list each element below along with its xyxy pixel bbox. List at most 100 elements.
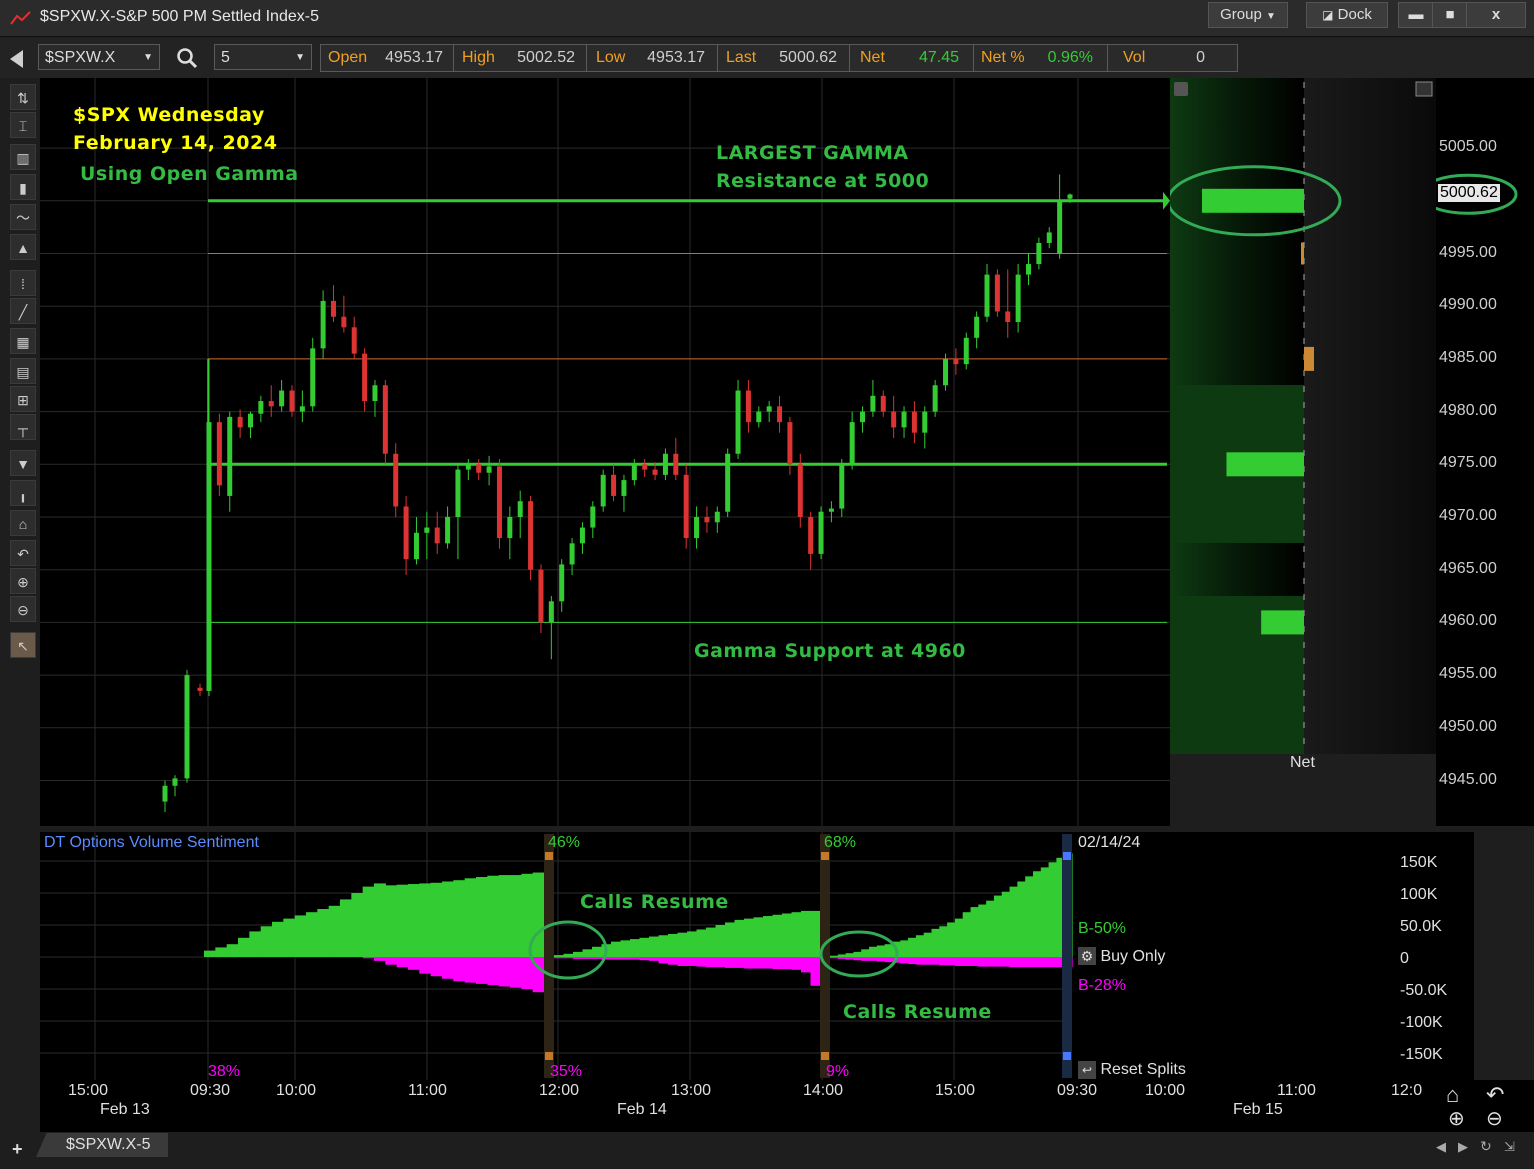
calls-bar [362, 886, 375, 958]
calls-bar [970, 907, 979, 958]
reset-splits-button[interactable]: ↩ Reset Splits [1078, 1061, 1186, 1079]
puts-bar [362, 957, 375, 959]
calls-bar [442, 881, 454, 958]
calls-bar [419, 883, 432, 958]
symbol-field[interactable]: $SPXW.X ▼ [38, 44, 160, 70]
calls-bar [374, 883, 386, 958]
candle-body [932, 385, 938, 412]
puts-bar [563, 957, 574, 959]
zoom-in-icon[interactable]: ⊕ [1448, 1106, 1465, 1131]
calls-bar [532, 872, 545, 958]
crosshair-icon[interactable]: ⌶ [10, 112, 36, 138]
close-icon: x [1491, 6, 1501, 23]
zoom-out-icon[interactable]: ⊖ [1486, 1106, 1503, 1131]
trend-icon[interactable]: ╱ [10, 298, 36, 324]
home-icon[interactable]: ⌂ [10, 510, 36, 536]
dock-button[interactable]: ◪ Dock [1306, 2, 1388, 28]
puts-bar [970, 957, 979, 966]
sentiment-tick-label: -100K [1400, 1014, 1443, 1031]
cursor-icon[interactable]: ⇅ [10, 84, 36, 110]
calls-bar [554, 955, 565, 958]
close-button[interactable]: x [1466, 2, 1526, 28]
time-axis[interactable]: ⌂ ↶ ⊕ ⊖ 15:00 09:30 10:00 11:00 12:00 13:00 14… [40, 1080, 1534, 1132]
calls-bar [215, 947, 228, 958]
calls-bar [476, 877, 488, 958]
resistance-annotation-line1: LARGEST GAMMA [716, 142, 909, 164]
line-icon[interactable]: 〜 [10, 204, 36, 230]
net-percent-value: 0.96% [1047, 49, 1093, 66]
price-chart-panel[interactable]: $SPX Wednesday February 14, 2024 Using O… [40, 78, 1170, 826]
chart-tab[interactable]: $SPXW.X-5 [36, 1133, 168, 1157]
candle-body [320, 300, 326, 349]
refresh-icon[interactable]: ↻ [1480, 1138, 1492, 1155]
calls-bar [283, 918, 296, 958]
undo-icon[interactable]: ↶ [1486, 1082, 1504, 1108]
status-bar: + $SPXW.X-5 ◀ ▶ ↻ ⇲ [0, 1133, 1534, 1169]
candle-icon[interactable]: ▥ [10, 144, 36, 170]
options-volume-sentiment-chart[interactable]: 150K 100K 50.0K 0 -50.0K -100K -150K [40, 832, 1474, 1082]
search-icon[interactable] [176, 47, 198, 69]
candle-body [787, 422, 793, 465]
mountain-icon[interactable]: ▲ [10, 234, 36, 260]
candle-body [611, 474, 617, 496]
sentiment-tick-label: 150K [1400, 854, 1438, 871]
sentiment-panel[interactable]: 150K 100K 50.0K 0 -50.0K -100K -150K DT Option… [40, 832, 1474, 1082]
candle-body [299, 406, 305, 412]
group-button[interactable]: Group ▼ [1208, 2, 1288, 28]
arrow-marker [1163, 191, 1170, 210]
calls-bar [582, 949, 593, 958]
buy-only-label: Buy Only [1100, 948, 1166, 965]
candle-body [548, 601, 554, 623]
chevron-down-icon: ▼ [1265, 11, 1276, 22]
add-tab-icon[interactable]: + [12, 1139, 23, 1160]
net-gamma-panel[interactable] [1170, 78, 1436, 786]
price-axis[interactable]: 5005.00 4995.00 4990.00 4985.00 4980.00 4975.… [1436, 78, 1534, 826]
puts-bar [1048, 957, 1057, 968]
chevron-down-icon[interactable]: ▼ [143, 45, 153, 71]
calls-bar [1009, 886, 1018, 958]
scroll-left-icon[interactable]: ◀ [1436, 1139, 1446, 1155]
chart-subtitle: Using Open Gamma [80, 163, 299, 185]
candle-body [579, 527, 585, 544]
net-percent-label: Net % [981, 49, 1025, 66]
chevron-down-icon[interactable]: ▼ [295, 45, 305, 71]
candle-body [662, 453, 668, 475]
puts-bar [810, 957, 821, 986]
puts-bar [908, 957, 917, 965]
grid-icon[interactable]: ▦ [10, 328, 36, 354]
grid-small-icon[interactable]: ⊞ [10, 386, 36, 412]
table-icon[interactable]: ▤ [10, 358, 36, 384]
zoom-out-icon[interactable]: ⊖ [10, 596, 36, 622]
reset-icon: ↩ [1078, 1061, 1096, 1079]
minimize-button[interactable]: ▬ [1398, 2, 1434, 28]
bar-icon[interactable]: ▮ [10, 174, 36, 200]
zoom-in-icon[interactable]: ⊕ [10, 568, 36, 594]
calls-bar [306, 912, 318, 958]
puts-bar [782, 957, 793, 970]
pin-icon[interactable]: ▼ [10, 450, 36, 476]
volume-icon[interactable]: ⁞ [10, 270, 36, 296]
buy-only-toggle[interactable]: ⚙ Buy Only [1078, 947, 1165, 966]
puts-bar [582, 957, 593, 959]
pointer-icon[interactable]: ↖ [10, 632, 36, 658]
calls-resume-annotation-1: Calls Resume [580, 891, 729, 913]
sentiment-tick-label: 0 [1400, 950, 1409, 967]
dock-label: Dock [1337, 6, 1372, 23]
home-icon[interactable]: ⌂ [1446, 1082, 1459, 1108]
maximize-button[interactable]: ■ [1432, 2, 1468, 28]
undo-icon[interactable]: ↶ [10, 540, 36, 566]
title-bar: $SPXW.X-S&P 500 PM Settled Index-5 Group… [0, 0, 1534, 37]
scroll-right-icon[interactable]: ▶ [1458, 1139, 1468, 1155]
interval-value: 5 [221, 49, 230, 66]
interval-field[interactable]: 5 ▼ [214, 44, 312, 70]
candle-body [745, 390, 751, 423]
candlestick-chart[interactable] [40, 78, 1170, 826]
time-tick-label: 13:00 [671, 1082, 712, 1099]
level-icon[interactable]: ┬ [10, 414, 36, 440]
collapse-arrow-icon[interactable] [10, 50, 23, 68]
candle-body [600, 474, 606, 507]
calls-bar [830, 955, 839, 958]
calls-bar [430, 882, 443, 958]
arrow-icon[interactable]: ╻ [10, 480, 36, 506]
expand-icon[interactable]: ⇲ [1504, 1139, 1515, 1155]
